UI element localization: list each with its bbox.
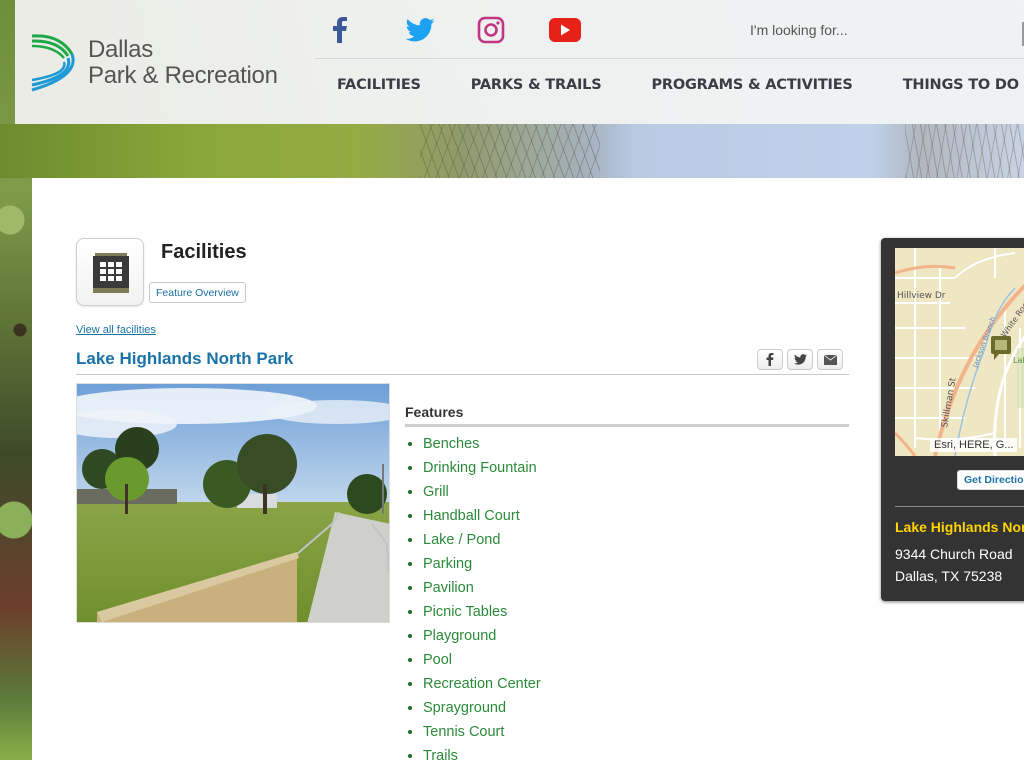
logo-swoosh-icon xyxy=(31,34,75,92)
feature-item[interactable]: Recreation Center xyxy=(407,672,541,696)
title-divider xyxy=(76,374,849,375)
feature-item[interactable]: Playground xyxy=(407,624,541,648)
bullet-icon xyxy=(408,538,412,542)
bullet-icon xyxy=(408,754,412,758)
map-label-hillview: Hillview Dr xyxy=(897,291,946,301)
facilities-icon-box xyxy=(76,238,144,306)
map-graphic: Hillview Dr Skillman St White Rock Trl J… xyxy=(895,248,1024,456)
feature-item[interactable]: Benches xyxy=(407,432,541,456)
bullet-icon xyxy=(408,466,412,470)
email-share-icon xyxy=(823,354,837,365)
address-line-1: 9344 Church Road xyxy=(895,546,1013,562)
location-divider xyxy=(895,506,1024,507)
share-email-button[interactable] xyxy=(817,349,843,370)
share-buttons xyxy=(757,349,843,370)
search-input[interactable] xyxy=(750,16,1024,44)
features-divider xyxy=(405,424,849,427)
twitter-share-icon xyxy=(793,354,807,365)
hero-banner xyxy=(0,124,1024,178)
nav-programs-activities[interactable]: PROGRAMS & ACTIVITIES xyxy=(651,77,852,93)
park-title: Lake Highlands North Park xyxy=(76,349,294,368)
facebook-share-icon xyxy=(766,353,774,366)
twitter-link[interactable] xyxy=(405,14,477,46)
bullet-icon xyxy=(408,562,412,566)
bullet-icon xyxy=(408,586,412,590)
location-address: 9344 Church Road Dallas, TX 75238 xyxy=(895,543,1013,587)
park-photo-image xyxy=(77,384,389,622)
bullet-icon xyxy=(408,514,412,518)
bullet-icon xyxy=(408,490,412,494)
section-title: Facilities xyxy=(161,241,247,263)
share-facebook-button[interactable] xyxy=(757,349,783,370)
logo-line-2: Park & Recreation xyxy=(88,62,278,89)
youtube-icon xyxy=(549,18,581,42)
bullet-icon xyxy=(408,442,412,446)
location-map[interactable]: Hillview Dr Skillman St White Rock Trl J… xyxy=(895,248,1024,456)
bullet-icon xyxy=(408,610,412,614)
features-list: Benches Drinking Fountain Grill Handball… xyxy=(407,432,541,760)
building-icon xyxy=(93,253,129,293)
feature-item[interactable]: Parking xyxy=(407,552,541,576)
nav-facilities[interactable]: FACILITIES xyxy=(337,77,421,93)
header-divider xyxy=(315,58,1024,59)
feature-item[interactable]: Handball Court xyxy=(407,504,541,528)
location-card: Hillview Dr Skillman St White Rock Trl J… xyxy=(881,238,1024,601)
instagram-link[interactable] xyxy=(477,14,549,46)
feature-item[interactable]: Lake / Pond xyxy=(407,528,541,552)
bullet-icon xyxy=(408,682,412,686)
map-label-park: Lake Highlands North xyxy=(1013,356,1024,365)
social-links xyxy=(333,14,621,46)
instagram-icon xyxy=(477,16,505,44)
features-heading: Features xyxy=(405,404,464,420)
bullet-icon xyxy=(408,634,412,638)
share-twitter-button[interactable] xyxy=(787,349,813,370)
facebook-icon xyxy=(333,17,347,43)
twitter-icon xyxy=(405,18,435,42)
facebook-link[interactable] xyxy=(333,14,405,46)
bullet-icon xyxy=(408,706,412,710)
feature-item[interactable]: Picnic Tables xyxy=(407,600,541,624)
feature-item[interactable]: Trails xyxy=(407,744,541,760)
youtube-link[interactable] xyxy=(549,14,621,46)
feature-item[interactable]: Sprayground xyxy=(407,696,541,720)
bullet-icon xyxy=(408,658,412,662)
feature-item[interactable]: Tennis Court xyxy=(407,720,541,744)
feature-item[interactable]: Grill xyxy=(407,480,541,504)
site-logo[interactable]: Dallas Park & Recreation xyxy=(30,32,278,94)
feature-overview-button[interactable]: Feature Overview xyxy=(149,282,246,303)
logo-line-1: Dallas xyxy=(88,36,153,63)
get-directions-button[interactable]: Get Directions xyxy=(957,470,1024,490)
nav-things-to-do[interactable]: THINGS TO DO xyxy=(903,77,1019,93)
bullet-icon xyxy=(408,730,412,734)
main-nav: FACILITIES PARKS & TRAILS PROGRAMS & ACT… xyxy=(337,77,1024,93)
site-header: Dallas Park & Recreation I'm looking for… xyxy=(15,0,1024,124)
map-attribution: Esri, HERE, G... xyxy=(930,438,1018,452)
feature-item[interactable]: Drinking Fountain xyxy=(407,456,541,480)
main-content: Facilities Feature Overview View all fac… xyxy=(32,178,1024,760)
nav-parks-trails[interactable]: PARKS & TRAILS xyxy=(471,77,602,93)
feature-item[interactable]: Pool xyxy=(407,648,541,672)
park-photo xyxy=(76,383,390,623)
feature-item[interactable]: Pavilion xyxy=(407,576,541,600)
logo-text: Dallas Park & Recreation xyxy=(88,37,278,89)
view-all-facilities-link[interactable]: View all facilities xyxy=(76,324,156,336)
address-line-2: Dallas, TX 75238 xyxy=(895,568,1003,584)
location-name: Lake Highlands North Park xyxy=(895,519,1024,535)
